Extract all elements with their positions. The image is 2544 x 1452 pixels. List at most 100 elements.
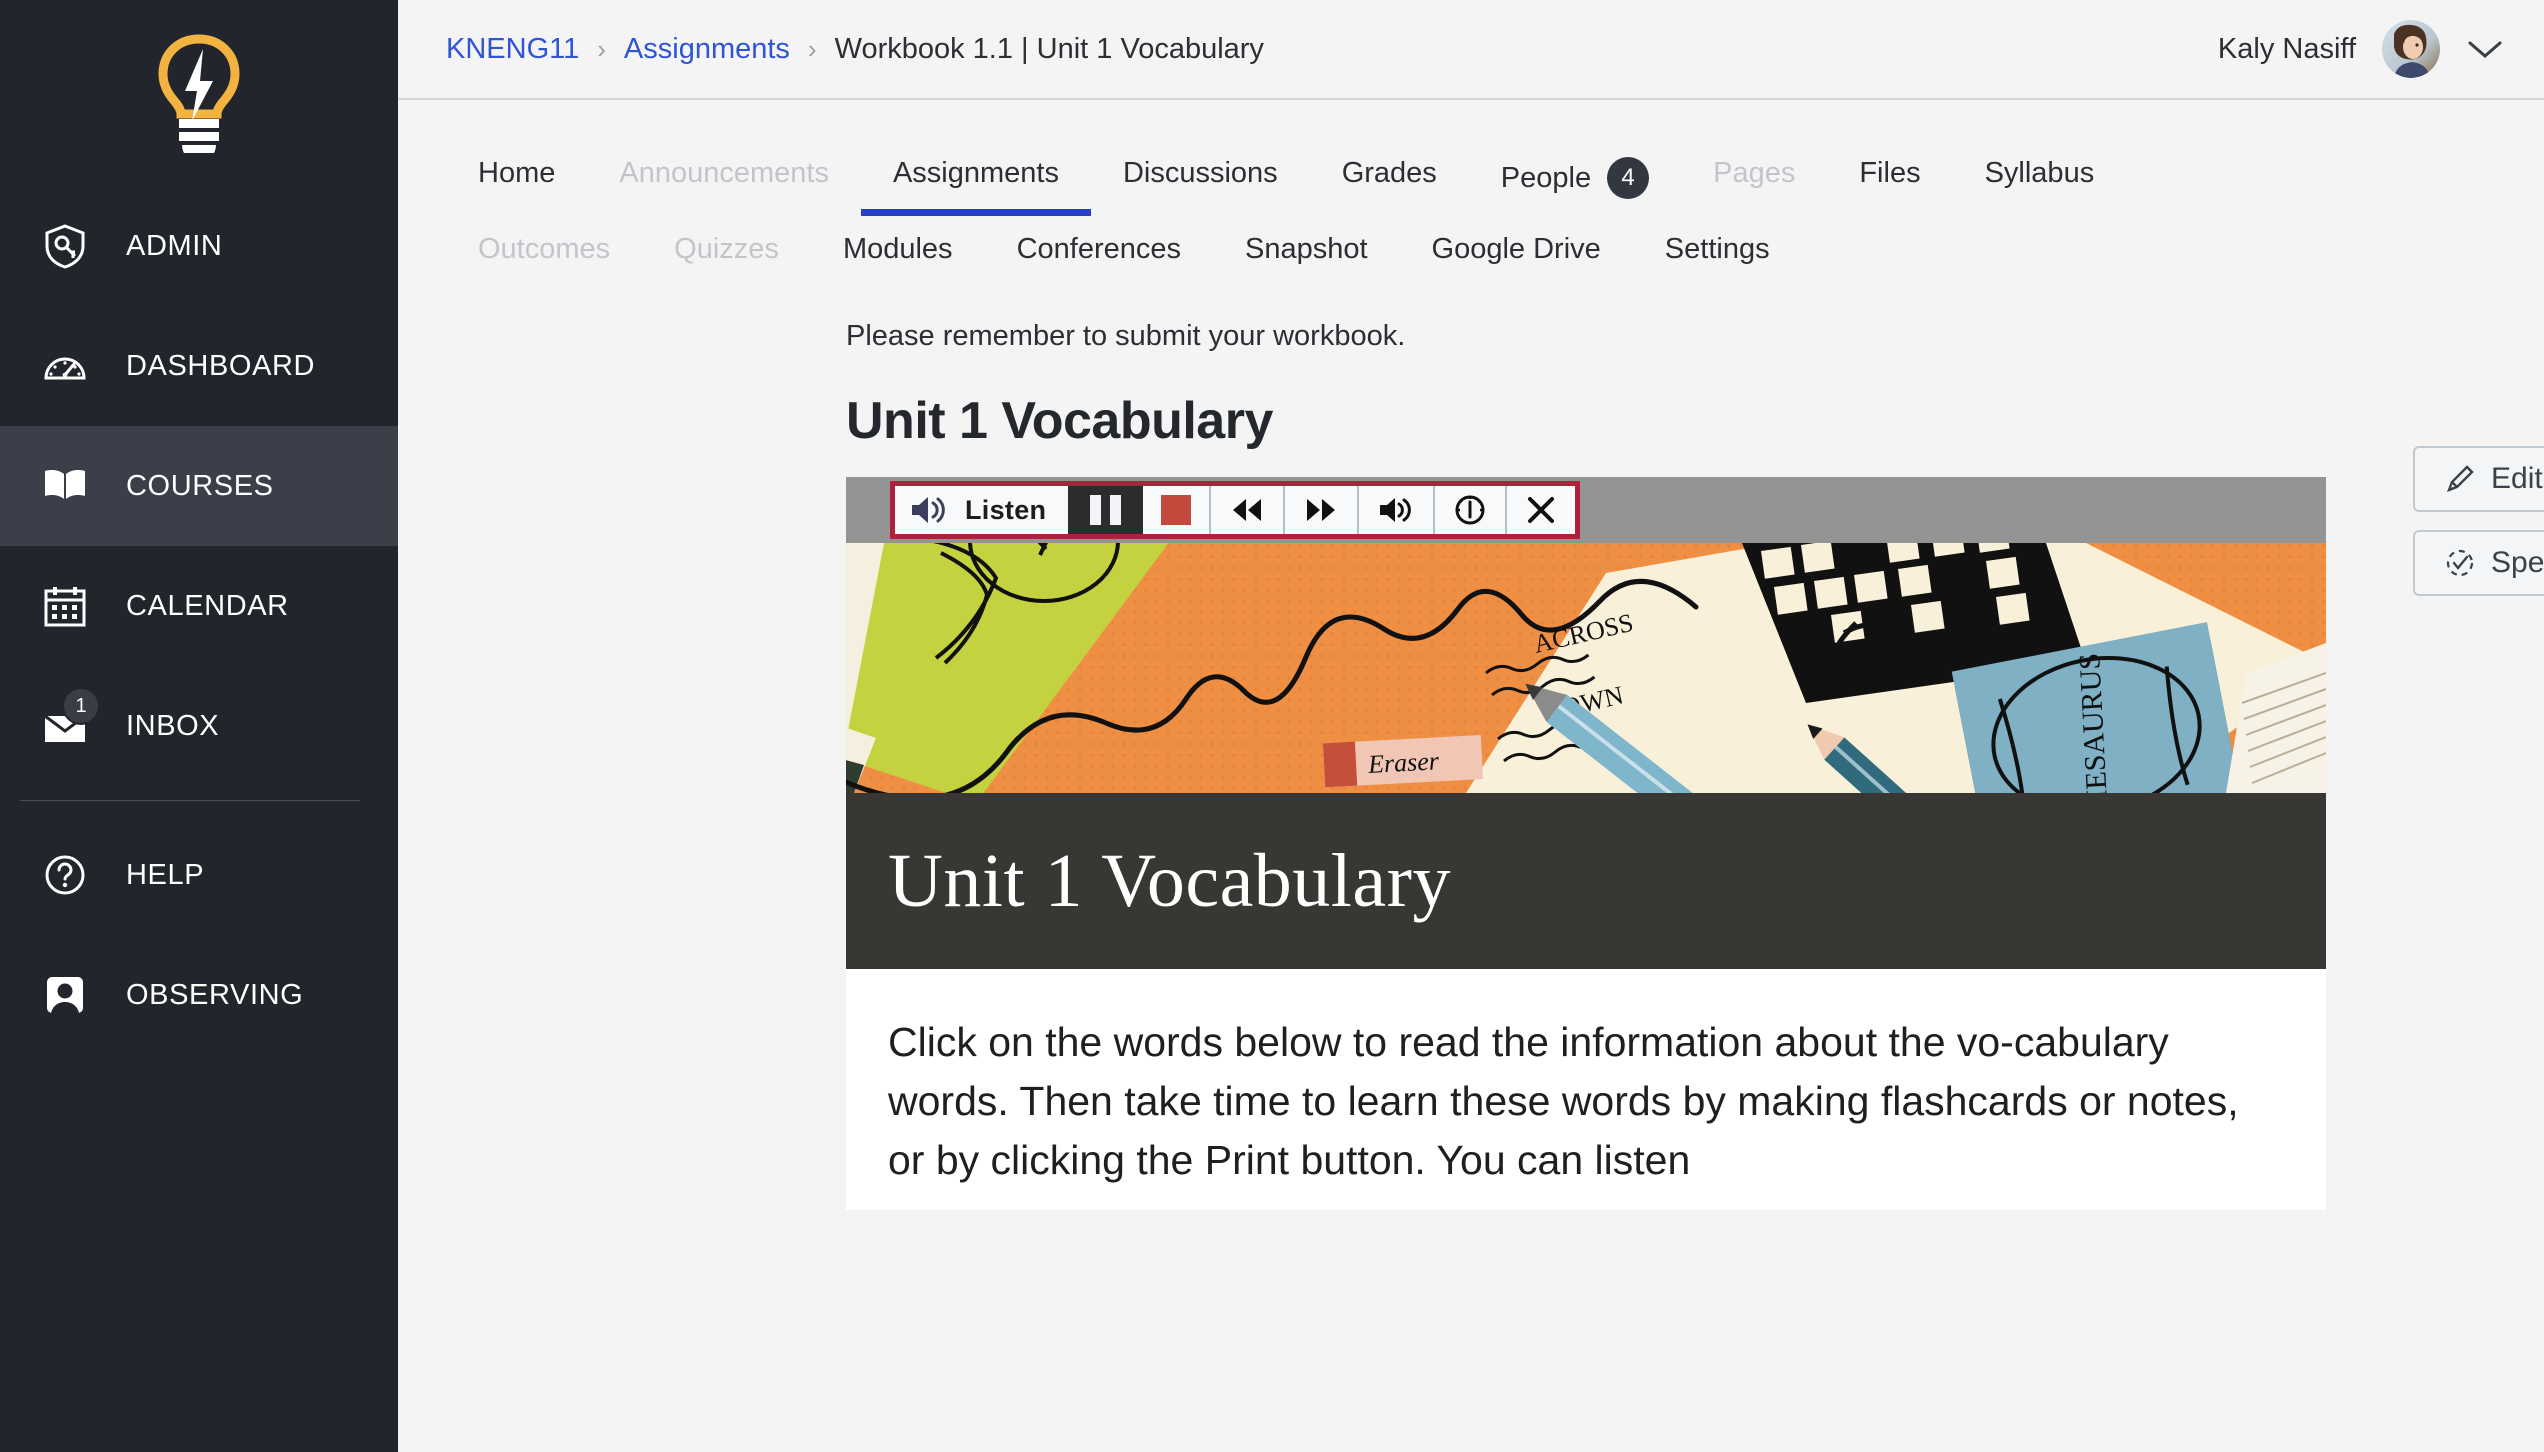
tab-people[interactable]: People 4	[1469, 145, 1681, 225]
speed-grader-label: Speed Grader™	[2491, 546, 2544, 579]
pause-icon	[1090, 495, 1122, 525]
tab-label: Settings	[1664, 233, 1770, 265]
forward-button[interactable]	[1285, 486, 1360, 534]
tab-label: Syllabus	[1984, 157, 2095, 189]
user-portrait-icon	[38, 968, 92, 1022]
tab-conferences[interactable]: Conferences	[985, 221, 1213, 282]
top-header: KNENG11 › Assignments › Workbook 1.1 | U…	[398, 0, 2544, 100]
sidebar-item-courses[interactable]: COURSES	[0, 426, 398, 546]
tab-label: Outcomes	[478, 233, 611, 265]
tab-label: Announcements	[619, 157, 829, 189]
tab-label: Snapshot	[1245, 233, 1368, 265]
tab-google-drive[interactable]: Google Drive	[1400, 221, 1633, 282]
sidebar-divider	[20, 800, 360, 801]
tab-home[interactable]: Home	[446, 145, 587, 216]
sidebar-item-label: ADMIN	[126, 229, 223, 262]
listen-toolbar-strip: Listen	[846, 477, 2326, 543]
sidebar-item-dashboard[interactable]: DASHBOARD	[0, 306, 398, 426]
sidebar-item-label: INBOX	[126, 709, 220, 742]
tab-quizzes: Quizzes	[642, 221, 811, 282]
course-nav-row-2: Outcomes Quizzes Modules Conferences Sna…	[446, 221, 2544, 282]
breadcrumb-assignments-link[interactable]: Assignments	[624, 33, 790, 66]
crossword-pencils-thesaurus-illustration: ACROSS DOWN Eraser THESAURUS	[846, 543, 2326, 793]
stop-square-icon	[1161, 495, 1192, 525]
breadcrumb-course-link[interactable]: KNENG11	[446, 33, 579, 66]
document-banner: Unit 1 Vocabulary	[846, 793, 2326, 969]
tab-label: Pages	[1713, 157, 1796, 189]
sidebar-item-admin[interactable]: ADMIN	[0, 186, 398, 306]
tab-grades[interactable]: Grades	[1310, 145, 1469, 216]
tab-label: Quizzes	[674, 233, 779, 265]
fast-forward-icon	[1307, 499, 1336, 521]
app-logo[interactable]	[0, 0, 398, 186]
course-nav-row-1: Home Announcements Assignments Discussio…	[446, 145, 2544, 225]
listen-label: Listen	[965, 494, 1047, 525]
tab-label: Home	[478, 157, 556, 189]
sidebar-item-observing[interactable]: OBSERVING	[0, 935, 398, 1055]
listen-button[interactable]: Listen	[895, 486, 1069, 534]
tab-outcomes: Outcomes	[446, 221, 642, 282]
tab-settings[interactable]: Settings	[1633, 221, 1802, 282]
sidebar-item-inbox[interactable]: 1 INBOX	[0, 666, 398, 786]
edit-assignment-settings-button[interactable]: Edit Assignment Settings	[2413, 446, 2544, 512]
tab-assignments[interactable]: Assignments	[860, 145, 1091, 216]
breadcrumb-separator-icon: ›	[807, 33, 817, 64]
listen-toolbar: Listen	[890, 481, 1581, 539]
breadcrumb-current-page: Workbook 1.1 | Unit 1 Vocabulary	[834, 32, 1264, 65]
tab-snapshot[interactable]: Snapshot	[1213, 221, 1400, 282]
calendar-icon	[38, 579, 92, 633]
tab-files[interactable]: Files	[1827, 145, 1952, 216]
pencil-icon	[2446, 465, 2474, 493]
avatar[interactable]	[2382, 20, 2440, 78]
main-content-area: KNENG11 › Assignments › Workbook 1.1 | U…	[398, 0, 2544, 1452]
assignment-sidebar-actions: Edit Assignment Settings Speed Grader™	[2413, 446, 2544, 596]
sidebar-item-calendar[interactable]: CALENDAR	[0, 546, 398, 666]
tab-label: Grades	[1341, 157, 1437, 189]
stop-button[interactable]	[1143, 486, 1212, 534]
shield-key-icon	[38, 219, 92, 273]
sidebar-nav: ADMIN DASHBOARD COURSES CALENDAR 1 INBOX…	[0, 186, 398, 1055]
inbox-badge: 1	[62, 687, 100, 725]
embedded-document: Listen ACROSS DOWN Eraser THESAURUS Unit…	[846, 477, 2326, 1211]
sidebar-item-help[interactable]: HELP	[0, 815, 398, 935]
tab-label: People	[1500, 161, 1592, 194]
submission-reminder-text: Please remember to submit your workbook.	[846, 320, 1406, 352]
global-sidebar: ADMIN DASHBOARD COURSES CALENDAR 1 INBOX…	[0, 0, 450, 1452]
tab-announcements: Announcements	[587, 145, 861, 216]
volume-icon	[1380, 498, 1412, 522]
tab-syllabus[interactable]: Syllabus	[1953, 145, 2127, 216]
pause-button[interactable]	[1068, 486, 1144, 534]
speedometer-icon	[1455, 495, 1485, 525]
application-window: ADMIN DASHBOARD COURSES CALENDAR 1 INBOX…	[0, 0, 2544, 1452]
question-circle-icon	[38, 848, 92, 902]
tab-label: Modules	[842, 233, 953, 265]
page-title: Unit 1 Vocabulary	[846, 392, 1273, 450]
rewind-button[interactable]	[1211, 486, 1286, 534]
tab-label: Discussions	[1122, 157, 1278, 189]
close-button[interactable]	[1507, 486, 1576, 534]
course-navigation: Home Announcements Assignments Discussio…	[398, 100, 2544, 282]
volume-button[interactable]	[1359, 486, 1436, 534]
breadcrumb: KNENG11 › Assignments › Workbook 1.1 | U…	[446, 33, 1264, 66]
breadcrumb-separator-icon: ›	[597, 33, 606, 64]
rewind-icon	[1233, 499, 1262, 521]
envelope-icon: 1	[38, 687, 100, 753]
document-hero-illustration: ACROSS DOWN Eraser THESAURUS	[846, 543, 2326, 793]
document-banner-title: Unit 1 Vocabulary	[888, 838, 1451, 923]
close-x-icon	[1528, 497, 1555, 523]
tab-discussions[interactable]: Discussions	[1091, 145, 1310, 216]
chevron-down-icon[interactable]	[2466, 38, 2504, 60]
tab-label: Files	[1859, 157, 1921, 189]
tab-modules[interactable]: Modules	[811, 221, 985, 282]
sidebar-item-label: OBSERVING	[126, 978, 304, 1011]
user-menu[interactable]: Kaly Nasiff	[2218, 20, 2504, 78]
speed-grader-button[interactable]: Speed Grader™	[2413, 530, 2544, 596]
sidebar-item-label: COURSES	[126, 469, 274, 502]
open-book-icon	[38, 459, 92, 513]
document-body-text: Click on the words below to read the inf…	[888, 1019, 2239, 1184]
eraser-label: Eraser	[1366, 746, 1440, 779]
assignment-main-column: Please remember to submit your workbook.…	[398, 320, 2326, 1211]
speaker-volume-icon	[912, 497, 945, 523]
speed-button[interactable]	[1435, 486, 1508, 534]
check-circle-dashed-icon	[2446, 549, 2474, 577]
